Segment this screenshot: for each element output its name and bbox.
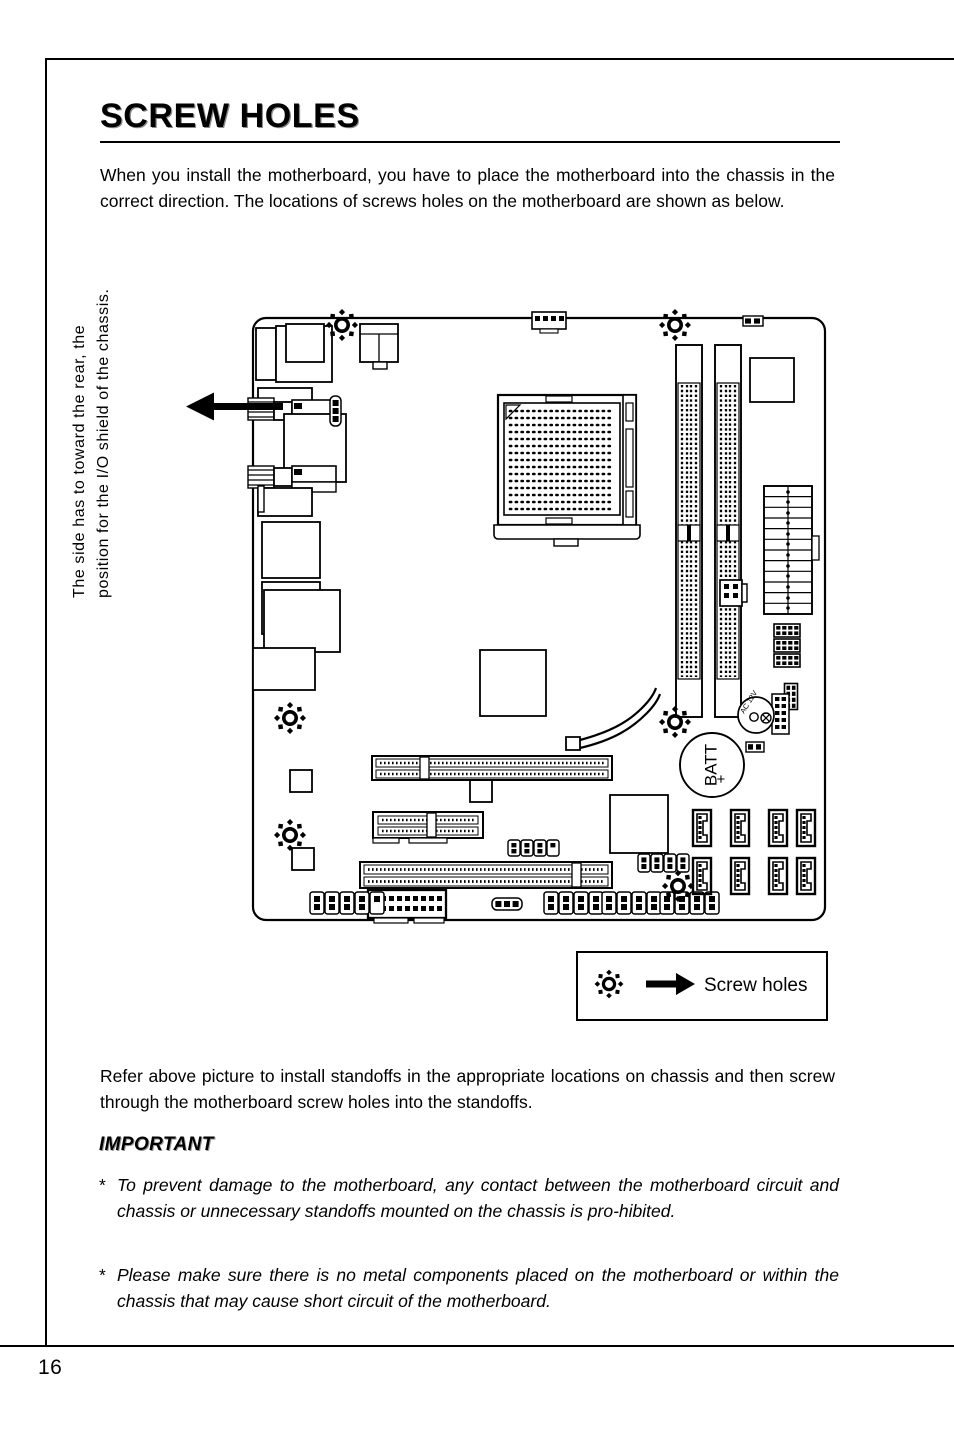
legend-arrow-cell xyxy=(640,972,704,1000)
header-pci-mid xyxy=(507,839,560,857)
bullet-text: To prevent damage to the motherboard, an… xyxy=(117,1175,839,1221)
legend-box: Screw holes xyxy=(576,951,828,1021)
pci-express-x1-slot xyxy=(372,811,484,844)
header-above-sata xyxy=(637,853,690,873)
cmos-battery: BATT + xyxy=(679,732,745,798)
heading-block: SCREW HOLES xyxy=(100,96,840,143)
bullet-marker: * xyxy=(99,1175,106,1195)
dimm-slot-1 xyxy=(675,344,703,718)
motherboard-diagram: AC 12V BATT + xyxy=(180,290,840,940)
chipset-south xyxy=(609,794,669,854)
page-footer-rule xyxy=(0,1345,954,1347)
dimm-slot-2 xyxy=(714,344,742,718)
usb-header-bottom-2 xyxy=(543,891,604,915)
usb-header-bottom-1 xyxy=(309,891,385,915)
legend-screw-hole-icon-cell xyxy=(578,966,640,1007)
fan-header-mid xyxy=(719,579,748,607)
chip-small-a xyxy=(469,779,493,803)
screw-hole-icon xyxy=(591,966,627,1007)
intro-paragraph: When you install the motherboard, you ha… xyxy=(100,165,835,211)
bullet-text: Please make sure there is no metal compo… xyxy=(117,1265,839,1311)
refer-paragraph: Refer above picture to install standoffs… xyxy=(100,1066,835,1112)
atx-12v-connector xyxy=(285,323,325,363)
pci-express-x16-slot xyxy=(371,755,613,781)
jumper-top-right xyxy=(742,315,764,327)
usb-header-bottom-3 xyxy=(601,891,662,915)
io-shield-orientation-caption: The side has to toward the rear, the pos… xyxy=(71,288,112,598)
page-title: SCREW HOLES xyxy=(100,97,360,135)
cpu-power-connector xyxy=(359,323,399,370)
important-bullet-1: * To prevent damage to the motherboard, … xyxy=(99,1172,839,1224)
pci-slot xyxy=(359,861,613,889)
chip-small-b xyxy=(289,769,313,793)
right-arrow-icon xyxy=(646,972,698,1000)
jumper-bottom-mid xyxy=(491,897,523,911)
legend-label: Screw holes xyxy=(704,975,808,996)
battery-polarity: + xyxy=(713,774,730,783)
important-bullet-2: * Please make sure there is no metal com… xyxy=(99,1262,839,1314)
board-trace-end xyxy=(565,736,581,751)
jumper-cluster-a xyxy=(329,395,342,427)
chipset-north xyxy=(479,649,547,717)
bullet-marker: * xyxy=(99,1265,106,1285)
important-heading: IMPORTANT xyxy=(99,1134,214,1155)
page-number: 16 xyxy=(38,1356,63,1379)
jumper-below-buzzer xyxy=(745,741,765,753)
atx-24pin-connector xyxy=(763,485,820,615)
title-underline xyxy=(100,141,840,143)
chip-small-c xyxy=(291,847,315,871)
chip-top-right xyxy=(749,357,795,403)
